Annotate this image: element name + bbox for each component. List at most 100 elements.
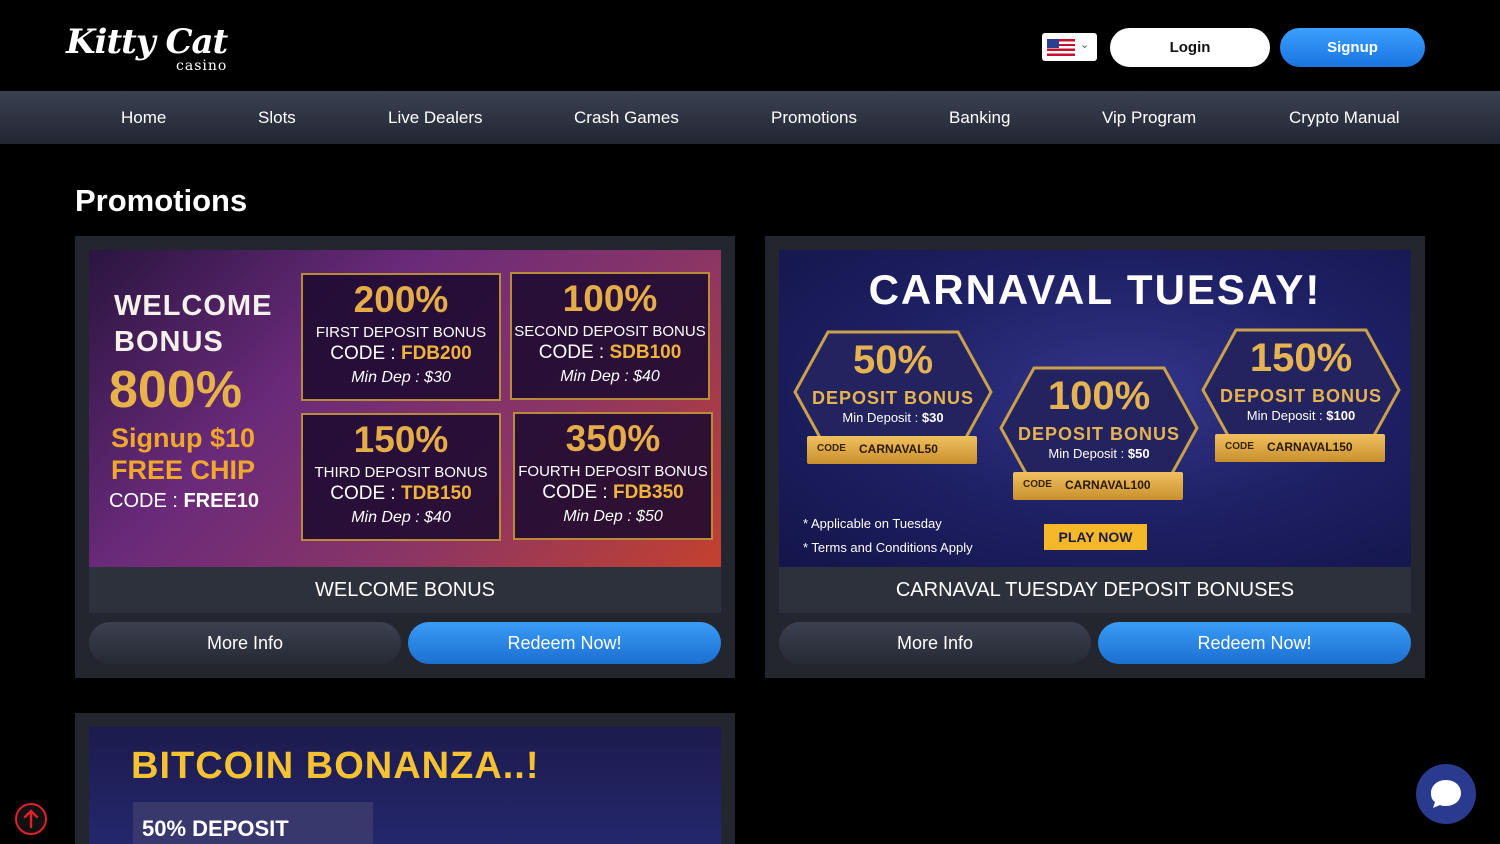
more-info-button[interactable]: More Info (779, 622, 1091, 664)
offer-badge-2: 100% DEPOSIT BONUS Min Deposit : $50 COD… (999, 366, 1199, 506)
welcome-banner-percent: 800% (109, 361, 242, 419)
login-button[interactable]: Login (1110, 28, 1270, 67)
logo-script: Kitty Cat (66, 22, 228, 62)
tile-name: THIRD DEPOSIT BONUS (314, 464, 488, 481)
welcome-banner-code: CODE : FREE10 (109, 490, 259, 513)
offer-percent: 100% (1047, 374, 1151, 418)
min-label: Min Deposit : (842, 410, 922, 425)
nav-item-crash-games[interactable]: Crash Games (574, 108, 679, 128)
offer-percent: 150% (1249, 336, 1353, 380)
tile-code-value: TDB150 (400, 483, 472, 504)
tile-code-value: FDB200 (400, 343, 472, 364)
code-ribbon: CODE CARNAVAL100 (1013, 472, 1183, 500)
deposit-tile-1: 200% FIRST DEPOSIT BONUS CODE : FDB200 M… (301, 273, 501, 401)
min-value: $30 (921, 410, 944, 425)
chevron-down-icon: ⌄ (1080, 39, 1090, 51)
offer-min-deposit: Min Deposit : $100 (1201, 408, 1401, 423)
promo-card-bitcoin: BITCOIN BONANZA..! 50% DEPOSIT BONUS (75, 713, 735, 844)
promo-card-welcome: WELCOME BONUS 800% Signup $10 FREE CHIP … (75, 236, 735, 678)
bitcoin-banner-title: BITCOIN BONANZA..! (131, 745, 540, 787)
min-value: $50 (1127, 446, 1150, 461)
welcome-banner-title: WELCOME BONUS (114, 290, 273, 358)
offer-percent: 50% (852, 338, 934, 382)
bitcoin-banner-subtitle: 50% DEPOSIT BONUS (142, 816, 289, 844)
nav-item-banking[interactable]: Banking (949, 108, 1010, 128)
tile-code-prefix: CODE : (330, 483, 401, 504)
promo-caption: WELCOME BONUS (89, 567, 721, 613)
deposit-tile-3: 150% THIRD DEPOSIT BONUS CODE : TDB150 M… (301, 413, 501, 541)
tile-min-deposit: Min Dep : $30 (351, 369, 451, 386)
top-bar: Kitty Cat casino ⌄ Login Signup (0, 0, 1500, 91)
play-now-button[interactable]: PLAY NOW (1044, 524, 1147, 550)
tile-name: SECOND DEPOSIT BONUS (514, 323, 706, 340)
tile-min-deposit: Min Dep : $40 (560, 368, 660, 385)
arrow-up-icon (23, 809, 39, 829)
tile-code-value: FDB350 (612, 482, 684, 503)
tile-min-deposit: Min Dep : $50 (563, 508, 663, 525)
signup-button[interactable]: Signup (1280, 28, 1425, 67)
offer-badge-1: 50% DEPOSIT BONUS Min Deposit : $30 CODE… (793, 330, 993, 470)
tile-code: CODE : SDB100 (512, 342, 708, 364)
redeem-now-button[interactable]: Redeem Now! (1098, 622, 1411, 664)
promo-banner-welcome[interactable]: WELCOME BONUS 800% Signup $10 FREE CHIP … (89, 250, 721, 567)
welcome-banner-signup: Signup $10 FREE CHIP (111, 422, 255, 486)
nav-item-crypto-manual[interactable]: Crypto Manual (1289, 108, 1400, 128)
site-logo[interactable]: Kitty Cat casino (66, 14, 236, 78)
code-ribbon: CODE CARNAVAL150 (1215, 434, 1385, 462)
deposit-tile-4: 350% FOURTH DEPOSIT BONUS CODE : FDB350 … (513, 412, 713, 540)
code-tag: CODE (1225, 441, 1254, 452)
min-value: $100 (1326, 408, 1356, 423)
offer-label: DEPOSIT BONUS (1219, 386, 1383, 406)
us-flag-icon (1047, 39, 1075, 56)
main-nav: Home Slots Live Dealers Crash Games Prom… (0, 91, 1500, 144)
offer-label: DEPOSIT BONUS (811, 388, 975, 408)
code-value: CARNAVAL150 (1267, 440, 1353, 454)
offer-label: DEPOSIT BONUS (1017, 424, 1181, 444)
nav-item-promotions[interactable]: Promotions (771, 108, 857, 128)
tile-name: FOURTH DEPOSIT BONUS (518, 463, 708, 480)
code-prefix: CODE : (109, 490, 184, 512)
free-chip-label: FREE CHIP (111, 455, 256, 485)
offer-min-deposit: Min Deposit : $50 (999, 446, 1199, 461)
banner-note: * Terms and Conditions Apply (803, 540, 973, 555)
tile-code-prefix: CODE : (330, 343, 401, 364)
nav-item-live-dealers[interactable]: Live Dealers (388, 108, 483, 128)
tile-code: CODE : TDB150 (303, 483, 499, 505)
tile-code-prefix: CODE : (542, 482, 613, 503)
chat-bubble-icon (1431, 780, 1461, 808)
page-title: Promotions (75, 183, 248, 218)
nav-item-home[interactable]: Home (121, 108, 166, 128)
tile-percent: 100% (562, 278, 658, 319)
scroll-to-top-button[interactable] (15, 803, 47, 835)
tile-min-deposit: Min Dep : $40 (351, 509, 451, 526)
promo-banner-carnaval[interactable]: CARNAVAL TUESAY! 50% DEPOSIT BONUS Min D… (779, 250, 1411, 567)
carnaval-banner-title: CARNAVAL TUESAY! (868, 266, 1322, 313)
tile-percent: 150% (353, 419, 449, 460)
language-selector[interactable]: ⌄ (1042, 33, 1097, 61)
min-label: Min Deposit : (1246, 408, 1327, 423)
tile-name: FIRST DEPOSIT BONUS (315, 324, 487, 341)
code-value: FREE10 (183, 490, 260, 512)
tile-code: CODE : FDB350 (515, 482, 711, 504)
tile-percent: 350% (565, 418, 661, 459)
bitcoin-banner-box: 50% DEPOSIT BONUS (133, 802, 373, 844)
deposit-tile-2: 100% SECOND DEPOSIT BONUS CODE : SDB100 … (510, 272, 710, 400)
code-value: CARNAVAL100 (1065, 478, 1151, 492)
nav-item-vip-program[interactable]: Vip Program (1102, 108, 1196, 128)
code-tag: CODE (1023, 479, 1052, 490)
nav-item-slots[interactable]: Slots (258, 108, 296, 128)
code-tag: CODE (817, 443, 846, 454)
more-info-button[interactable]: More Info (89, 622, 401, 664)
code-value: CARNAVAL50 (859, 442, 938, 456)
tile-code-value: SDB100 (609, 342, 682, 363)
promo-caption: CARNAVAL TUESDAY DEPOSIT BONUSES (779, 567, 1411, 613)
redeem-now-button[interactable]: Redeem Now! (408, 622, 721, 664)
signup-chip-label: Signup $10 (111, 423, 256, 453)
promo-card-carnaval: CARNAVAL TUESAY! 50% DEPOSIT BONUS Min D… (765, 236, 1425, 678)
tile-code: CODE : FDB200 (303, 343, 499, 365)
banner-note: * Applicable on Tuesday (803, 516, 942, 531)
tile-percent: 200% (353, 279, 449, 320)
live-chat-button[interactable] (1416, 764, 1476, 824)
tile-code-prefix: CODE : (538, 342, 610, 363)
promo-banner-bitcoin[interactable]: BITCOIN BONANZA..! 50% DEPOSIT BONUS (89, 727, 721, 844)
